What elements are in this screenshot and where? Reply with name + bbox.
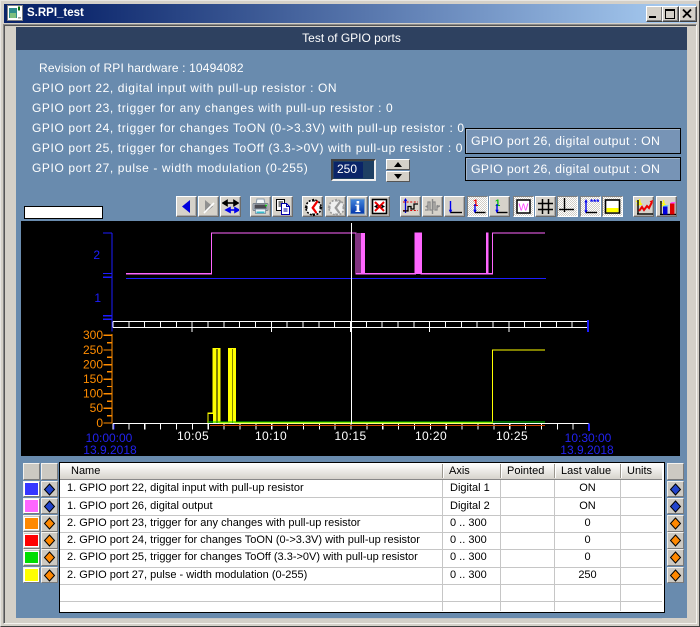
- svg-text:50: 50: [90, 401, 104, 415]
- svg-text:13.9.2018: 13.9.2018: [560, 443, 614, 456]
- svg-text:10:05: 10:05: [177, 429, 209, 443]
- svg-text:150: 150: [83, 372, 103, 386]
- svg-text:10:25: 10:25: [496, 429, 528, 443]
- svg-text:W: W: [519, 202, 529, 214]
- svg-text:10:15: 10:15: [334, 429, 366, 443]
- svg-text:10:10: 10:10: [255, 429, 287, 443]
- svg-text:1: 1: [495, 198, 501, 209]
- svg-text:300: 300: [83, 328, 103, 342]
- svg-text:1: 1: [94, 291, 101, 305]
- svg-text:0: 0: [96, 416, 103, 430]
- svg-text:***: ***: [590, 198, 599, 207]
- svg-text:13.9.2018: 13.9.2018: [83, 443, 137, 456]
- svg-text:1: 1: [473, 198, 479, 209]
- svg-text:200: 200: [83, 357, 103, 371]
- svg-text:250: 250: [83, 343, 103, 357]
- svg-text:10:20: 10:20: [415, 429, 447, 443]
- svg-text:100: 100: [83, 387, 103, 401]
- svg-text:2: 2: [93, 248, 100, 262]
